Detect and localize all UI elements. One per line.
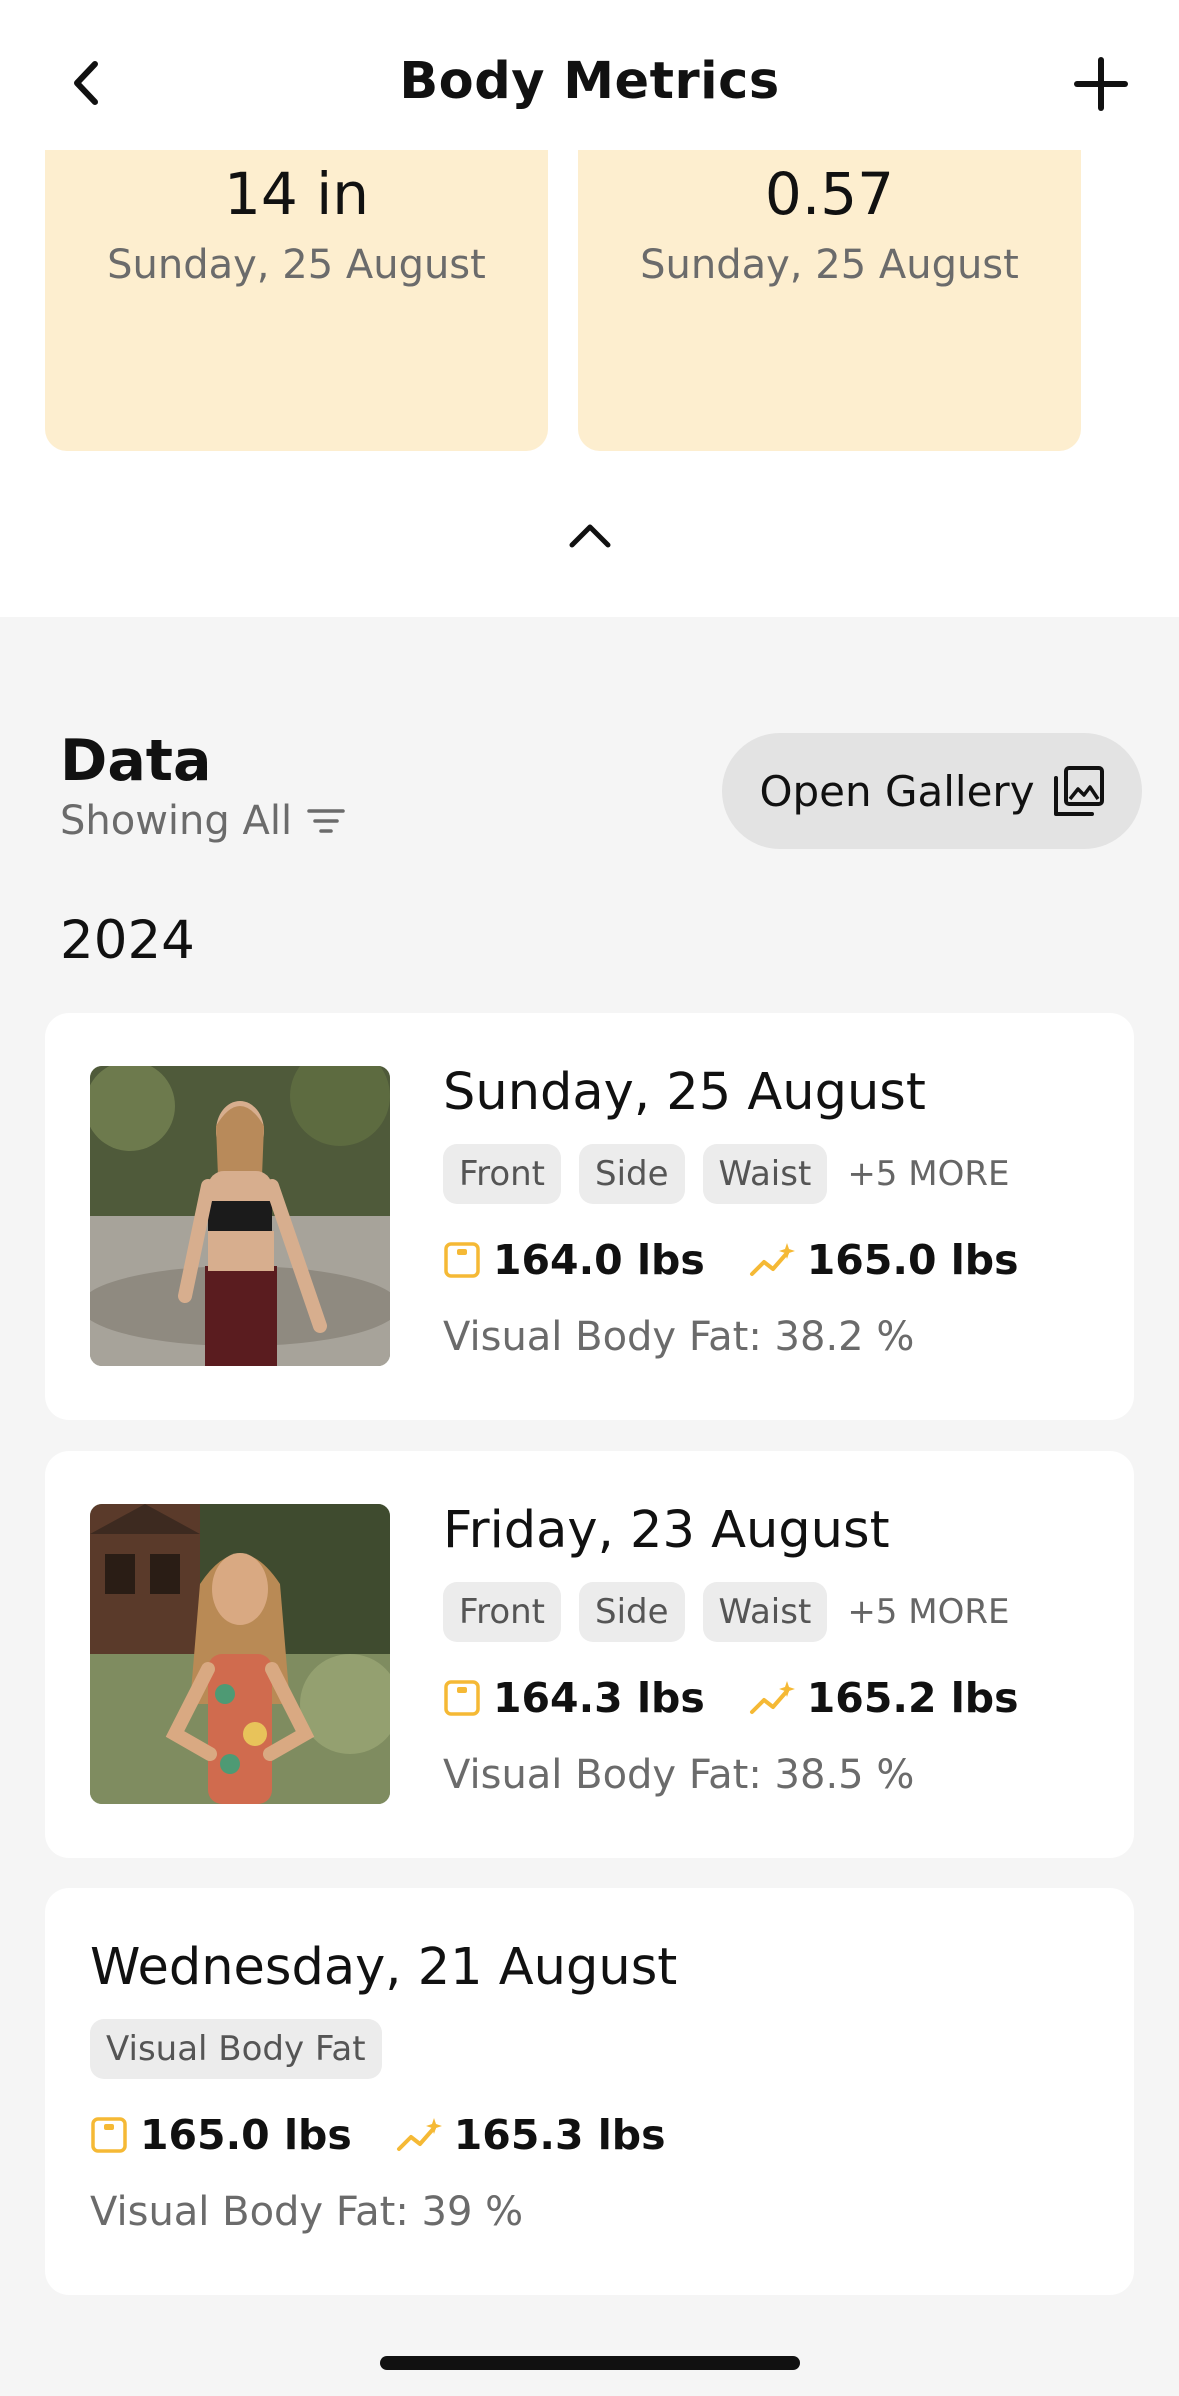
tag: Front [443,1582,561,1642]
tag: Side [579,1144,685,1204]
scale-icon [444,1242,480,1278]
trend-weight-value: 165.2 lbs [806,1674,1019,1722]
tag-list: Front Side Waist +5 MORE [443,1582,1104,1642]
scale-icon [91,2117,127,2153]
scale-weight-value: 164.3 lbs [493,1674,705,1722]
progress-photo [90,1066,390,1366]
trend-weight-value: 165.0 lbs [806,1236,1019,1284]
chevron-up-icon [569,524,611,548]
entry-date: Sunday, 25 August [443,1063,926,1122]
body-fat-value: Visual Body Fat: 38.5 % [443,1752,915,1798]
entry-card[interactable]: Friday, 23 August Front Side Waist +5 MO… [45,1451,1134,1858]
tag: Visual Body Fat [90,2019,382,2079]
filter-icon [307,809,345,833]
tag: Side [579,1582,685,1642]
gallery-icon [1053,766,1104,816]
scale-weight: 164.0 lbs [443,1236,705,1284]
trend-icon [396,2118,442,2151]
tag: Front [443,1144,561,1204]
open-gallery-button[interactable]: Open Gallery [722,733,1142,849]
progress-photo [90,1504,390,1804]
entry-card[interactable]: Sunday, 25 August Front Side Waist +5 MO… [45,1013,1134,1420]
filter-label: Showing All [60,798,293,844]
trend-weight: 165.2 lbs [749,1674,1019,1722]
more-tags: +5 MORE [847,1154,1010,1194]
tag-list: Front Side Waist +5 MORE [443,1144,1104,1204]
entry-card[interactable]: Wednesday, 21 August Visual Body Fat 165… [45,1888,1134,2295]
trend-icon [749,1243,795,1276]
metric-value: 14 in [223,160,370,228]
trend-icon [749,1681,795,1714]
add-button[interactable] [1065,48,1137,120]
entry-date: Wednesday, 21 August [90,1938,678,1997]
metric-card[interactable]: 0.57 Sunday, 25 August [578,110,1081,451]
section-title: Data [60,728,212,794]
header: Body Metrics [0,0,1179,150]
more-tags: +5 MORE [847,1592,1010,1632]
year-label: 2024 [60,910,195,971]
page-title: Body Metrics [399,52,780,111]
metric-date: Sunday, 25 August [107,242,486,288]
scale-weight-value: 164.0 lbs [493,1236,705,1284]
entry-date: Friday, 23 August [443,1501,890,1560]
scale-weight-value: 165.0 lbs [140,2111,352,2159]
tag-list: Visual Body Fat [90,2019,1104,2079]
collapse-button[interactable] [555,510,625,560]
trend-weight-value: 165.3 lbs [453,2111,666,2159]
scale-weight: 164.3 lbs [443,1674,705,1722]
home-indicator[interactable] [380,2356,800,2370]
tag: Waist [702,1144,828,1204]
filter-control[interactable]: Showing All [60,798,346,844]
body-fat-value: Visual Body Fat: 39 % [90,2189,524,2235]
metric-date: Sunday, 25 August [640,242,1019,288]
metric-card[interactable]: 14 in Sunday, 25 August [45,110,548,451]
scale-weight: 165.0 lbs [90,2111,352,2159]
trend-weight: 165.0 lbs [749,1236,1019,1284]
tag: Waist [702,1582,828,1642]
metric-value: 0.57 [764,160,895,228]
trend-weight: 165.3 lbs [396,2111,666,2159]
plus-icon [1074,57,1128,111]
scale-icon [444,1680,480,1716]
gallery-button-label: Open Gallery [759,766,1035,816]
body-fat-value: Visual Body Fat: 38.2 % [443,1314,915,1360]
